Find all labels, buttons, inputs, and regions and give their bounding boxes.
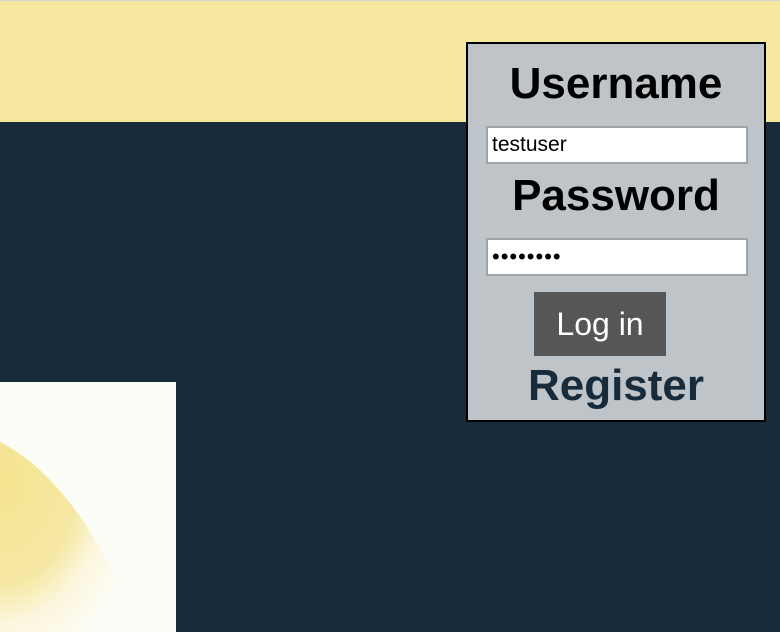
register-link[interactable]: Register — [468, 364, 764, 408]
decorative-image — [0, 382, 176, 632]
page: Username Password Log in Register — [0, 0, 780, 632]
username-label: Username — [509, 59, 723, 108]
login-panel: Username Password Log in Register — [466, 42, 766, 422]
username-input[interactable] — [486, 126, 748, 164]
password-input[interactable] — [486, 238, 748, 276]
decorative-image-graphic — [0, 382, 176, 632]
login-button[interactable]: Log in — [534, 292, 666, 356]
password-label: Password — [512, 171, 720, 220]
